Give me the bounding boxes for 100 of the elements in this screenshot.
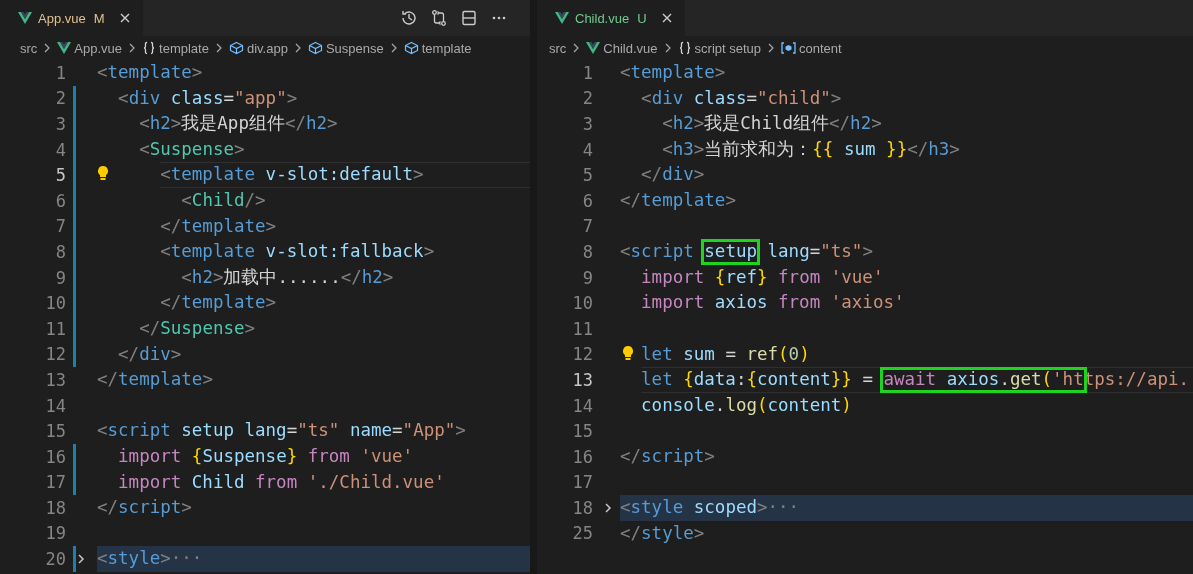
lightbulb-icon[interactable]: [97, 165, 109, 182]
code-line: </template>: [160, 214, 277, 238]
line-number: 6: [581, 190, 593, 211]
code-line: <script setup lang="ts" name="App">: [97, 419, 466, 443]
cube-icon: [403, 41, 419, 55]
line-number: 8: [581, 241, 593, 262]
code-line: </Suspense>: [139, 316, 256, 340]
breadcrumb-item[interactable]: script setup: [677, 40, 762, 56]
line-number: 13: [44, 369, 66, 390]
chevron-icon: [128, 43, 137, 53]
code-line: </template>: [160, 291, 277, 315]
chevron-icon: [293, 43, 302, 53]
line-number: 2: [54, 88, 66, 109]
cube-icon: [228, 41, 244, 55]
line-number: 18: [571, 497, 593, 518]
code-line: import {ref} from 'vue': [641, 265, 884, 289]
close-icon[interactable]: [118, 12, 131, 24]
chevron-icon: [43, 43, 52, 53]
chevron-icon[interactable]: [603, 502, 613, 515]
code-line: <h2>我是Child组件</h2>: [662, 112, 882, 136]
code-line: let {data:{content}} = await axios.get('ht tps://api.: [641, 367, 1193, 393]
line-number: 17: [44, 472, 66, 493]
code-line: </template>: [97, 368, 213, 392]
line-number: 10: [44, 293, 66, 314]
line-number: 15: [571, 421, 593, 442]
split-icon[interactable]: [460, 9, 478, 27]
line-number: 7: [54, 216, 66, 237]
line-number: 11: [571, 318, 593, 339]
line-number: 1: [54, 62, 66, 83]
lightbulb-icon[interactable]: [622, 344, 634, 361]
line-number: 14: [44, 395, 66, 416]
braces-icon: [142, 41, 157, 55]
code-line: </div>: [118, 342, 182, 366]
line-number: 15: [44, 421, 66, 442]
code-line: <h2>加载中......</h2>: [181, 265, 394, 289]
code-line: import axios from 'axios': [641, 291, 905, 315]
breadcrumb-item[interactable]: src: [20, 40, 38, 56]
line-number: 17: [571, 472, 593, 493]
code-line: <script setup lang="ts">: [620, 240, 873, 264]
code-line: let sum = ref(0): [641, 342, 810, 366]
vue-icon: [18, 12, 32, 24]
code-line: </style>: [620, 521, 705, 545]
breadcrumb-item[interactable]: src: [549, 40, 567, 56]
line-number: 10: [571, 293, 593, 314]
history-icon[interactable]: [400, 9, 418, 27]
cube-icon: [307, 41, 323, 55]
line-number: 18: [44, 497, 66, 518]
breadcrumb-item[interactable]: App.vue: [57, 40, 123, 56]
code-line: <template>: [97, 61, 203, 84]
line-number: 3: [54, 114, 66, 134]
code-line: </script>: [97, 496, 192, 520]
line-number: 19: [44, 523, 66, 544]
breadcrumb-item[interactable]: div.app: [228, 40, 288, 56]
breadcrumb-item[interactable]: content: [781, 40, 842, 56]
code-line: <h2>我是App组件</h2>: [139, 112, 338, 136]
code-line: <h3>当前求和为：{{ sum }}</h3>: [662, 137, 960, 161]
line-number: 4: [54, 139, 66, 160]
line-number: 2: [581, 88, 593, 109]
chevron-icon: [663, 43, 672, 53]
chevron-icon: [767, 43, 776, 53]
line-number: 13: [571, 369, 593, 390]
code-line: <div class="app">: [118, 86, 298, 110]
compare-icon[interactable]: [430, 9, 448, 27]
breadcrumb-item[interactable]: Child.vue: [586, 40, 658, 56]
variable-icon: [781, 42, 797, 54]
editor-tab[interactable]: App.vue M: [0, 0, 143, 36]
line-number: 16: [571, 446, 593, 467]
line-number: 8: [54, 241, 66, 262]
chevron-icon: [214, 43, 223, 53]
line-number: 16: [44, 446, 66, 467]
breadcrumb-item[interactable]: template: [142, 40, 209, 56]
line-number: 6: [54, 190, 66, 211]
line-number: 3: [581, 114, 593, 134]
chevron-icon[interactable]: [76, 553, 86, 566]
code-line: <template v-slot:default>: [160, 162, 530, 188]
vue-icon: [555, 12, 569, 24]
line-number: 20: [44, 549, 66, 570]
code-line: </div>: [641, 163, 705, 187]
line-number: 25: [571, 523, 593, 544]
vue-icon: [586, 42, 601, 54]
code-line: <div class="child">: [641, 86, 842, 110]
line-number: 14: [571, 395, 593, 416]
line-number: 5: [54, 165, 66, 186]
line-number: 12: [571, 344, 593, 365]
line-number: 5: [581, 165, 593, 186]
editor-tab[interactable]: Child.vue U: [537, 0, 685, 36]
breadcrumb-item[interactable]: Suspense: [307, 40, 384, 56]
code-line: <Suspense>: [139, 137, 245, 161]
code-line: </template>: [620, 188, 736, 212]
breadcrumb-item[interactable]: template: [403, 40, 472, 56]
code-line: import {Suspense} from 'vue': [118, 444, 414, 468]
braces-icon: [677, 41, 692, 55]
code-line: import Child from './Child.vue': [118, 470, 445, 494]
close-icon[interactable]: [660, 12, 673, 24]
line-number: 11: [44, 318, 66, 339]
line-number: 7: [581, 216, 593, 237]
line-number: 12: [44, 344, 66, 365]
chevron-icon: [572, 43, 581, 53]
code-line: </script>: [620, 444, 715, 468]
code-line: <template v-slot:fallback>: [160, 240, 435, 264]
